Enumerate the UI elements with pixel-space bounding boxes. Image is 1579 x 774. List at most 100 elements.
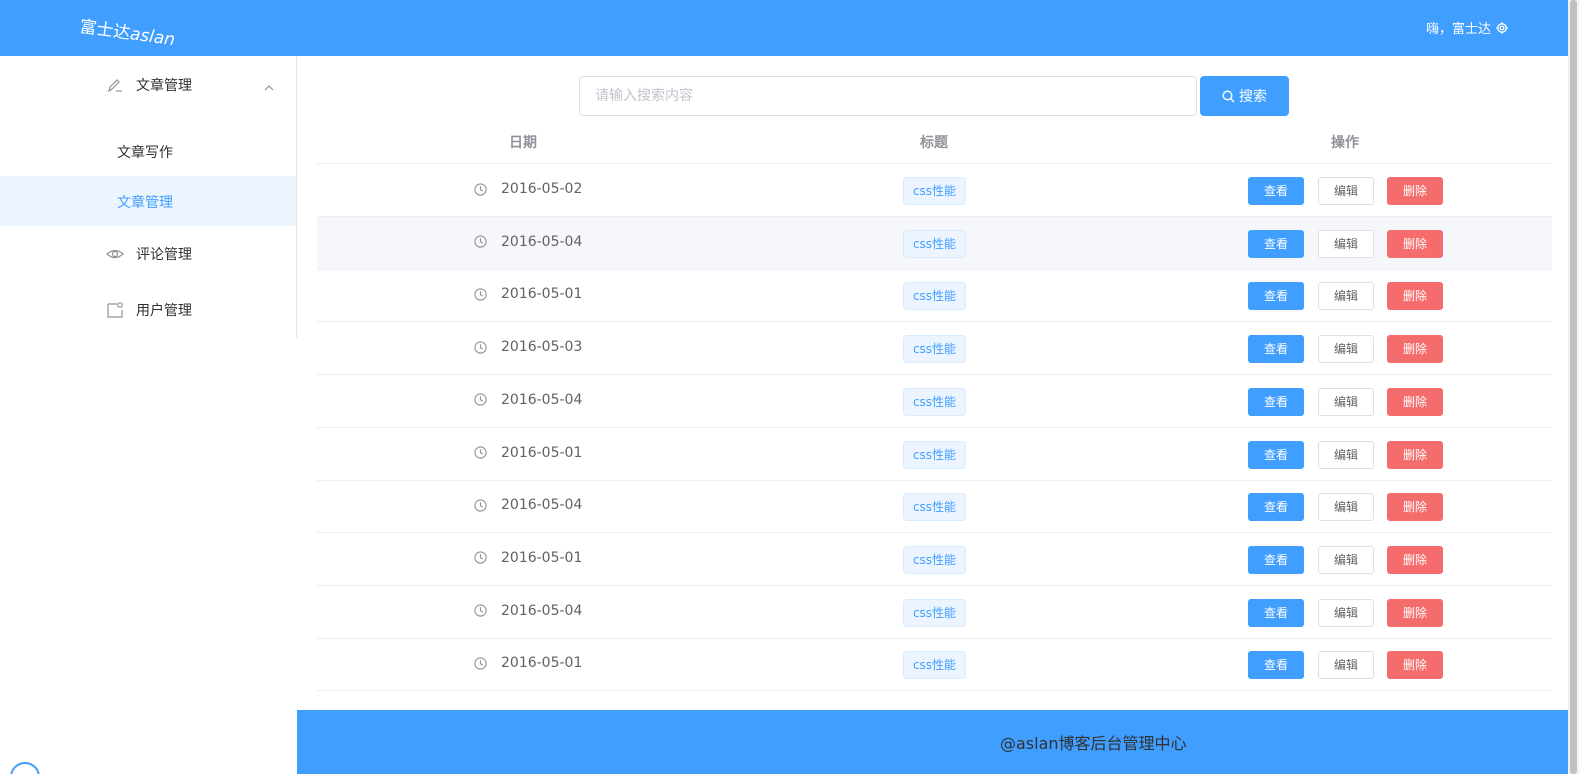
footer-text: @aslan博客后台管理中心 — [1000, 734, 1187, 753]
view-button[interactable]: 查看 — [1248, 493, 1304, 522]
table-row: 2016-05-03 css性能 查看 编辑 删除 — [317, 322, 1552, 376]
date-cell: 2016-05-01 — [474, 286, 582, 302]
view-button[interactable]: 查看 — [1248, 598, 1304, 627]
edit-button[interactable]: 编辑 — [1318, 387, 1374, 416]
table-row: 2016-05-04 css性能 查看 编辑 删除 — [317, 375, 1552, 428]
view-button[interactable]: 查看 — [1248, 387, 1304, 416]
title-tag: css性能 — [903, 335, 966, 364]
sidebar-group-article[interactable]: 文章管理 — [0, 75, 296, 95]
search-button-label: 搜索 — [1239, 89, 1267, 105]
sidebar-group-label: 评论管理 — [136, 247, 192, 263]
view-button[interactable]: 查看 — [1248, 440, 1304, 469]
view-button[interactable]: 查看 — [1248, 282, 1304, 311]
delete-button[interactable]: 删除 — [1387, 282, 1443, 311]
sidebar-item-article-write[interactable]: 文章写作 — [0, 126, 296, 176]
delete-button[interactable]: 删除 — [1387, 440, 1443, 469]
title-tag: css性能 — [903, 282, 966, 311]
title-tag: css性能 — [903, 440, 966, 469]
table-row: 2016-05-04 css性能 查看 编辑 删除 — [317, 586, 1552, 639]
title-tag: css性能 — [903, 651, 966, 680]
clock-icon — [474, 235, 487, 248]
delete-button[interactable]: 删除 — [1387, 387, 1443, 416]
date-cell: 2016-05-04 — [474, 392, 582, 408]
edit-button[interactable]: 编辑 — [1318, 282, 1374, 311]
edit-button[interactable]: 编辑 — [1318, 440, 1374, 469]
table-row: 2016-05-02 css性能 查看 编辑 删除 — [317, 164, 1552, 217]
sidebar-item-label: 文章写作 — [117, 145, 173, 161]
date-cell: 2016-05-04 — [474, 234, 582, 250]
date-cell: 2016-05-03 — [474, 339, 582, 355]
scrollbar-thumb[interactable] — [1570, 0, 1577, 774]
view-button[interactable]: 查看 — [1248, 177, 1304, 205]
edit-button[interactable]: 编辑 — [1318, 651, 1374, 680]
chevron-up-icon — [264, 85, 274, 91]
table-row: 2016-05-01 css性能 查看 编辑 删除 — [317, 638, 1552, 692]
edit-button[interactable]: 编辑 — [1318, 229, 1374, 258]
title-tag: css性能 — [903, 229, 966, 258]
delete-button[interactable]: 删除 — [1387, 493, 1443, 522]
logo-cn: 富士达 — [78, 17, 132, 44]
delete-button[interactable]: 删除 — [1387, 335, 1443, 364]
column-header-date: 日期 — [509, 135, 537, 151]
clock-icon — [474, 657, 487, 670]
delete-button[interactable]: 删除 — [1387, 545, 1443, 574]
date-cell: 2016-05-01 — [474, 550, 582, 566]
footer: @aslan博客后台管理中心 — [297, 710, 1568, 774]
delete-button[interactable]: 删除 — [1387, 651, 1443, 680]
date-text: 2016-05-01 — [501, 286, 583, 303]
search-icon — [1222, 89, 1235, 102]
clock-icon — [474, 288, 487, 301]
date-text: 2016-05-04 — [501, 497, 583, 514]
eye-icon — [106, 249, 124, 259]
table-row: 2016-05-04 css性能 查看 编辑 删除 — [317, 216, 1552, 270]
search-input[interactable] — [579, 76, 1197, 116]
view-button[interactable]: 查看 — [1248, 545, 1304, 574]
clock-icon — [474, 499, 487, 512]
delete-button[interactable]: 删除 — [1387, 229, 1443, 258]
sidebar-group-label: 用户管理 — [136, 303, 192, 319]
sidebar-group-comments[interactable]: 评论管理 — [0, 244, 296, 264]
sidebar-item-article-manage[interactable]: 文章管理 — [0, 176, 296, 226]
view-button[interactable]: 查看 — [1248, 335, 1304, 364]
date-text: 2016-05-01 — [501, 655, 583, 672]
date-text: 2016-05-04 — [501, 391, 583, 408]
edit-button[interactable]: 编辑 — [1318, 545, 1374, 574]
edit-button[interactable]: 编辑 — [1318, 177, 1374, 205]
clock-icon — [474, 340, 487, 354]
search-button[interactable]: 搜索 — [1200, 76, 1289, 116]
date-text: 2016-05-04 — [501, 233, 583, 250]
date-text: 2016-05-01 — [501, 444, 583, 461]
clock-icon — [474, 393, 487, 406]
view-button[interactable]: 查看 — [1248, 651, 1304, 680]
title-tag: css性能 — [903, 387, 966, 416]
delete-button[interactable]: 删除 — [1387, 177, 1443, 205]
user-menu[interactable]: 嗨，富士达 — [1426, 18, 1508, 37]
date-cell: 2016-05-01 — [474, 655, 582, 671]
edit-button[interactable]: 编辑 — [1318, 598, 1374, 627]
delete-button[interactable]: 删除 — [1387, 598, 1443, 627]
table-row: 2016-05-01 css性能 查看 编辑 删除 — [317, 428, 1552, 481]
title-tag: css性能 — [903, 177, 966, 205]
clock-icon — [474, 446, 487, 459]
app-root: 富士达aslan 嗨，富士达 文章管理 文章写作 文章管理 评论管理 用户管理 … — [0, 0, 1579, 774]
edit-button[interactable]: 编辑 — [1318, 335, 1374, 364]
user-document-icon — [107, 302, 123, 318]
gear-icon — [1496, 21, 1508, 34]
sidebar-group-users[interactable]: 用户管理 — [0, 300, 296, 320]
logo[interactable]: 富士达aslan — [78, 12, 177, 50]
help-icon[interactable] — [10, 762, 40, 774]
date-text: 2016-05-04 — [501, 602, 583, 619]
edit-button[interactable]: 编辑 — [1318, 493, 1374, 522]
date-text: 2016-05-01 — [501, 549, 583, 566]
column-header-actions: 操作 — [1331, 135, 1359, 151]
table-row: 2016-05-04 css性能 查看 编辑 删除 — [317, 480, 1552, 534]
sidebar: 文章管理 文章写作 文章管理 评论管理 用户管理 — [0, 56, 297, 338]
user-greeting: 嗨，富士达 — [1425, 22, 1491, 37]
column-header-title: 标题 — [920, 135, 948, 151]
view-button[interactable]: 查看 — [1248, 229, 1304, 258]
edit-pen-icon — [108, 79, 122, 93]
clock-icon — [474, 551, 487, 565]
clock-icon — [474, 604, 487, 617]
clock-icon — [474, 182, 487, 196]
table-row: 2016-05-01 css性能 查看 编辑 删除 — [317, 533, 1552, 586]
